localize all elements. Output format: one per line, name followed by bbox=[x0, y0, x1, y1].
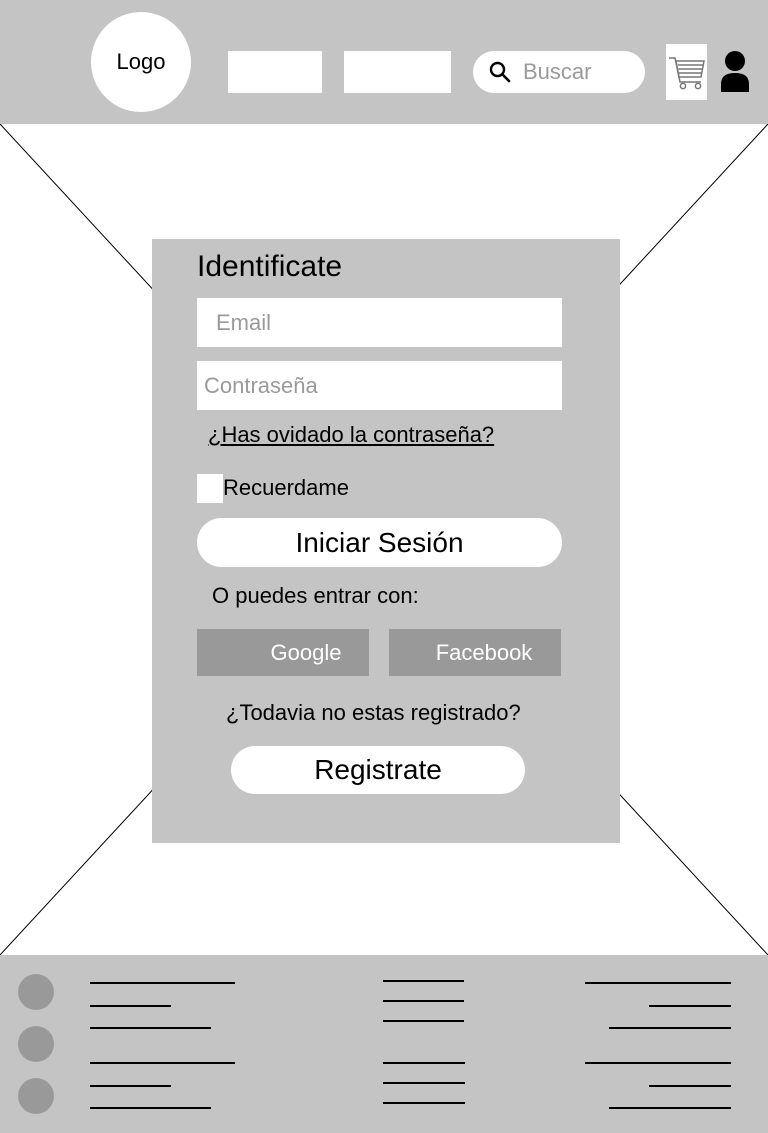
nav-item-1[interactable] bbox=[228, 51, 322, 93]
cart-button[interactable] bbox=[666, 44, 707, 100]
user-account-button[interactable] bbox=[721, 50, 749, 92]
nav-item-2[interactable] bbox=[344, 51, 451, 93]
facebook-login-button[interactable]: Facebook bbox=[389, 629, 561, 676]
footer-link[interactable] bbox=[585, 982, 731, 984]
forgot-password-link[interactable]: ¿Has ovidado la contraseña? bbox=[208, 422, 494, 448]
header: Logo bbox=[0, 0, 768, 124]
search-input[interactable] bbox=[523, 57, 635, 87]
footer-link[interactable] bbox=[649, 1085, 731, 1087]
footer-link[interactable] bbox=[383, 1082, 465, 1084]
footer-link[interactable] bbox=[585, 1062, 731, 1064]
search-bar[interactable] bbox=[473, 51, 645, 93]
footer bbox=[0, 955, 768, 1133]
social-icon-3[interactable] bbox=[18, 1078, 54, 1114]
logo-label: Logo bbox=[116, 49, 166, 74]
not-registered-text: ¿Todavia no estas registrado? bbox=[226, 700, 521, 725]
search-icon bbox=[489, 61, 511, 83]
footer-link[interactable] bbox=[90, 1107, 211, 1109]
social-icon-2[interactable] bbox=[18, 1026, 54, 1062]
alt-login-text: O puedes entrar con: bbox=[212, 583, 419, 608]
footer-link[interactable] bbox=[90, 1085, 171, 1087]
cart-icon bbox=[669, 57, 705, 90]
footer-link[interactable] bbox=[90, 1062, 235, 1064]
register-button[interactable]: Registrate bbox=[231, 746, 525, 794]
footer-link[interactable] bbox=[90, 1005, 171, 1007]
footer-link[interactable] bbox=[609, 1027, 731, 1029]
password-field[interactable] bbox=[197, 361, 562, 410]
footer-link[interactable] bbox=[90, 982, 235, 984]
email-field[interactable] bbox=[197, 298, 562, 347]
footer-link[interactable] bbox=[609, 1107, 731, 1109]
footer-link[interactable] bbox=[649, 1005, 731, 1007]
login-button[interactable]: Iniciar Sesión bbox=[197, 518, 562, 567]
footer-link[interactable] bbox=[383, 980, 464, 982]
login-title: Identificate bbox=[197, 250, 343, 283]
user-icon bbox=[721, 51, 749, 92]
remember-label: Recuerdame bbox=[223, 475, 349, 500]
logo[interactable]: Logo bbox=[91, 12, 191, 112]
google-login-button[interactable]: Google bbox=[197, 629, 369, 676]
footer-link[interactable] bbox=[90, 1027, 211, 1029]
social-icon-1[interactable] bbox=[18, 974, 54, 1010]
remember-checkbox[interactable] bbox=[197, 474, 223, 503]
footer-link[interactable] bbox=[383, 1062, 465, 1064]
footer-link[interactable] bbox=[383, 1020, 464, 1022]
footer-link[interactable] bbox=[383, 1000, 464, 1002]
footer-link[interactable] bbox=[383, 1102, 465, 1104]
